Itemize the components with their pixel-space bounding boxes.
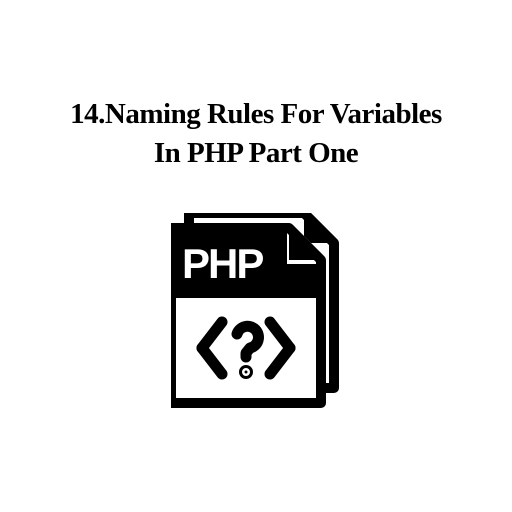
title-line-1: 14.Naming Rules For Variables (70, 98, 442, 130)
svg-text:PHP: PHP (182, 240, 263, 287)
title-line-2: In PHP Part One (154, 137, 358, 169)
php-file-icon: PHP (171, 213, 341, 408)
page-title: 14.Naming Rules For Variables In PHP Par… (70, 95, 442, 173)
